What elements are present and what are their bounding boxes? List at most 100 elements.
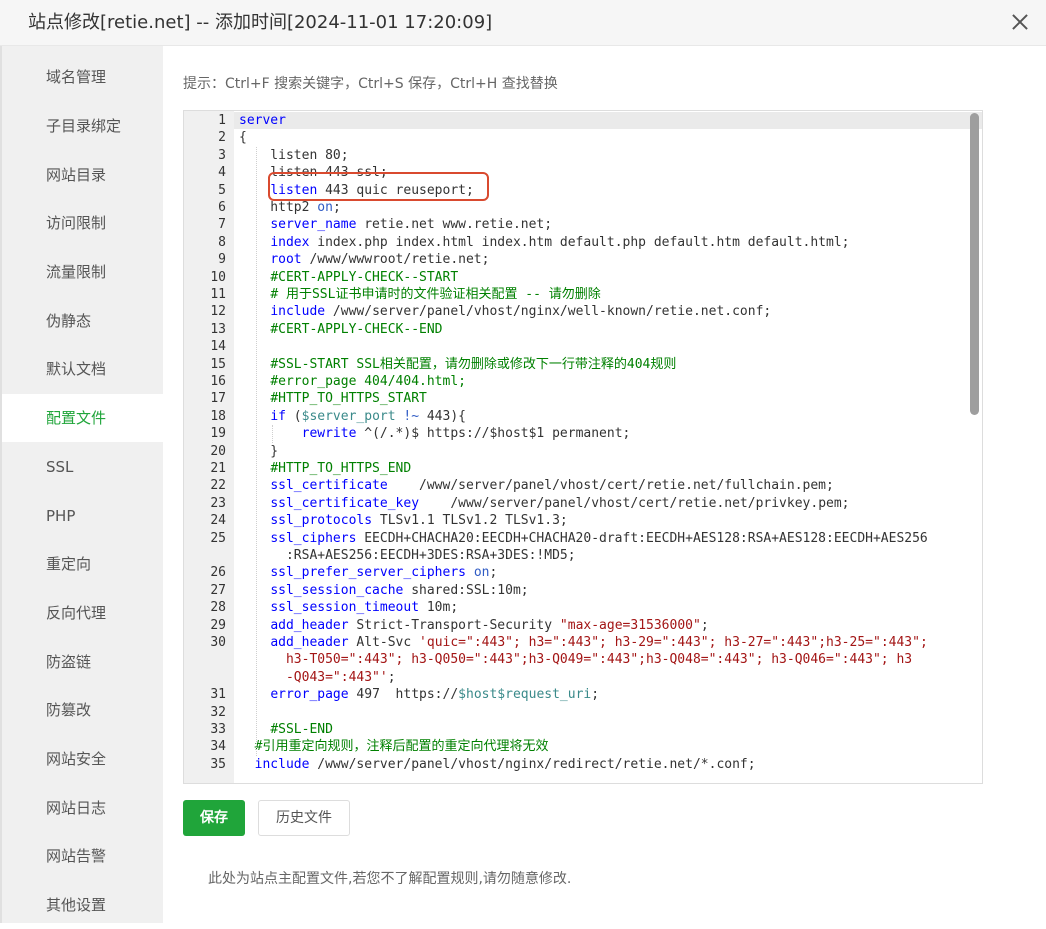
code-token: $host$request_uri [458, 687, 592, 703]
code-line[interactable]: 23 ssl_certificate_key /www/server/panel… [184, 495, 982, 512]
code-line[interactable]: 9 root /www/wwwroot/retie.net; [184, 251, 982, 268]
sidebar-item-15[interactable]: 网站日志 [2, 784, 163, 832]
code-text: rewrite ^(/.*)$ https://$host$1 permanen… [239, 425, 631, 442]
code-token: shared:SSL:10m; [403, 582, 529, 598]
sidebar-item-9[interactable]: PHP [2, 492, 163, 540]
code-line[interactable]: 15 #SSL-START SSL相关配置，请勿删除或修改下一行带注释的404规… [184, 356, 982, 373]
code-line[interactable]: 32 [184, 704, 982, 721]
sidebar-item-5[interactable]: 伪静态 [2, 297, 163, 345]
code-line[interactable]: 20 } [184, 443, 982, 460]
code-token: 443){ [419, 408, 466, 424]
code-token: on [317, 200, 333, 215]
code-line[interactable]: :RSA+AES256:EECDH+3DES:RSA+3DES:!MD5; [184, 547, 982, 564]
line-number: 10 [210, 269, 226, 285]
code-token: include [254, 756, 310, 772]
code-token: } [239, 443, 279, 459]
sidebar-item-6[interactable]: 默认文档 [2, 345, 163, 393]
code-token: retie.net www.retie.net; [356, 217, 553, 233]
code-line[interactable]: -Q043=":443"'; [184, 669, 982, 686]
code-line[interactable]: h3-T050=":443"; h3-Q050=":443";h3-Q049="… [184, 651, 982, 668]
indent-guide [256, 146, 257, 756]
code-text: error_page 497 https://$host$request_uri… [239, 686, 599, 703]
code-token: add_header [270, 617, 349, 633]
code-token: !~ [403, 408, 420, 424]
code-line[interactable]: 30 add_header Alt-Svc 'quic=":443"; h3="… [184, 634, 982, 651]
sidebar-item-13[interactable]: 防篡改 [2, 686, 163, 734]
code-line[interactable]: 7 server_name retie.net www.retie.net; [184, 216, 982, 233]
sidebar-item-11[interactable]: 反向代理 [2, 589, 163, 637]
sidebar-item-16[interactable]: 网站告警 [2, 832, 163, 880]
code-token: #SSL-END [270, 722, 333, 737]
line-number: 12 [210, 304, 226, 320]
sidebar-item-12[interactable]: 防盗链 [2, 638, 163, 686]
sidebar-item-10[interactable]: 重定向 [2, 540, 163, 588]
code-line[interactable]: 13 #CERT-APPLY-CHECK--END [184, 321, 982, 338]
code-token: ; [332, 200, 341, 215]
code-token: ssl_session_cache [270, 582, 404, 598]
sidebar-item-8[interactable]: SSL [2, 443, 163, 491]
code-token: index.php index.html index.htm default.p… [309, 234, 850, 250]
sidebar-item-4[interactable]: 流量限制 [2, 248, 163, 296]
sidebar-item-14[interactable]: 网站安全 [2, 735, 163, 783]
code-token: server [239, 113, 286, 128]
line-number: 25 [210, 530, 226, 546]
sidebar-item-2[interactable]: 网站目录 [2, 151, 163, 199]
save-button[interactable]: 保存 [183, 800, 245, 836]
code-line[interactable]: 35 include /www/server/panel/vhost/nginx… [184, 756, 982, 773]
code-line[interactable]: 17 #HTTP_TO_HTTPS_START [184, 390, 982, 407]
line-number: 4 [218, 165, 226, 181]
code-line[interactable]: 24 ssl_protocols TLSv1.1 TLSv1.2 TLSv1.3… [184, 512, 982, 529]
line-number: 19 [210, 426, 226, 442]
code-line[interactable]: 22 ssl_certificate /www/server/panel/vho… [184, 477, 982, 494]
code-line[interactable]: 1 server [184, 112, 982, 129]
code-line[interactable]: 16 #error_page 404/404.html; [184, 373, 982, 390]
code-line[interactable]: 25 ssl_ciphers EECDH+CHACHA20:EECDH+CHAC… [184, 530, 982, 547]
sidebar-item-17[interactable]: 其他设置 [2, 881, 163, 929]
code-line[interactable]: 31 error_page 497 https://$host$request_… [184, 686, 982, 703]
code-text: h3-T050=":443"; h3-Q050=":443";h3-Q049="… [239, 651, 912, 668]
code-token: ; [700, 617, 709, 633]
code-line[interactable]: 33 #SSL-END [184, 721, 982, 738]
history-files-button[interactable]: 历史文件 [258, 800, 350, 836]
sidebar-item-7[interactable]: 配置文件 [2, 394, 163, 442]
code-line[interactable]: 12 include /www/server/panel/vhost/nginx… [184, 303, 982, 320]
line-number: 7 [218, 217, 226, 233]
code-token: ssl_protocols [270, 513, 373, 529]
line-number: 16 [210, 374, 226, 389]
sidebar-item-0[interactable]: 域名管理 [2, 53, 163, 101]
dialog-titlebar: 站点修改[retie.net] -- 添加时间[2024-11-01 17:20… [0, 0, 1046, 46]
sidebar-item-1[interactable]: 子目录绑定 [2, 102, 163, 150]
code-line[interactable]: 21 #HTTP_TO_HTTPS_END [184, 460, 982, 477]
close-icon[interactable] [1008, 10, 1032, 34]
code-line[interactable]: 26 ssl_prefer_server_ciphers on; [184, 564, 982, 581]
line-number: 15 [210, 356, 226, 372]
code-line[interactable]: 14 [184, 338, 982, 355]
line-number: 17 [210, 391, 226, 407]
code-line[interactable]: 27 ssl_session_cache shared:SSL:10m; [184, 582, 982, 599]
code-text: #HTTP_TO_HTTPS_END [239, 460, 411, 477]
code-line[interactable]: 11 # 用于SSL证书申请时的文件验证相关配置 -- 请勿删除 [184, 286, 982, 303]
code-line[interactable]: 6 http2 on; [184, 199, 982, 216]
code-line[interactable]: 28 ssl_session_timeout 10m; [184, 599, 982, 616]
code-line[interactable]: 8 index index.php index.html index.htm d… [184, 234, 982, 251]
sidebar-item-3[interactable]: 访问限制 [2, 199, 163, 247]
line-number: 21 [210, 461, 226, 476]
code-line[interactable]: 10 #CERT-APPLY-CHECK--START [184, 269, 982, 286]
code-line[interactable]: 3 listen 80; [184, 147, 982, 164]
code-token: ssl_certificate_key [270, 495, 420, 511]
code-line[interactable]: 19 rewrite ^(/.*)$ https://$host$1 perma… [184, 425, 982, 442]
code-token: http2 [239, 200, 318, 215]
config-code-editor[interactable]: 1 server 2{3 listen 80; 4 listen 443 ssl; 5 … [183, 110, 983, 784]
code-line[interactable]: 18 if ($server_port !~ 443){ [184, 408, 982, 425]
code-line[interactable]: 34 #引用重定向规则，注释后配置的重定向代理将无效 [184, 738, 982, 755]
code-token: 497 https:// [348, 687, 459, 703]
code-line[interactable]: 29 add_header Strict-Transport-Security … [184, 617, 982, 634]
line-number: 18 [210, 408, 226, 424]
code-token: Alt-Svc [348, 635, 420, 650]
code-line[interactable]: 2{ [184, 129, 982, 146]
